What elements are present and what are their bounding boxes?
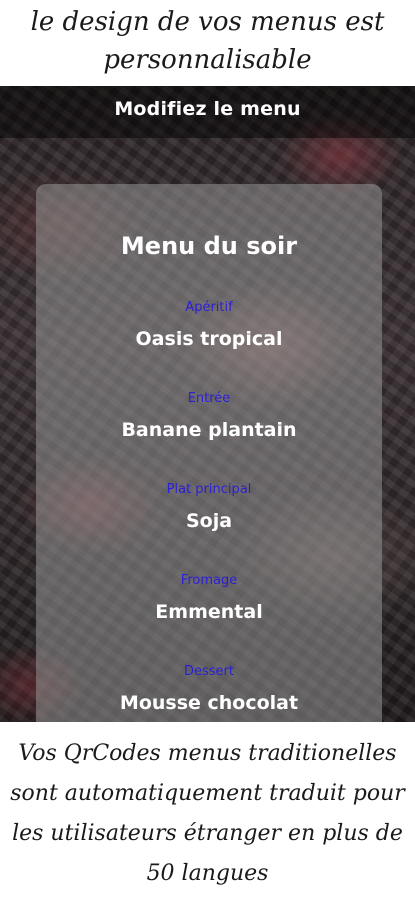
course-label: Dessert	[184, 664, 234, 679]
course-label: Plat principal	[166, 482, 252, 497]
header-bar: Modifiez le menu	[0, 86, 415, 138]
course-label: Apéritif	[185, 300, 233, 315]
course-label: Entrée	[187, 391, 231, 406]
edit-menu-button[interactable]: Modifiez le menu	[0, 98, 415, 120]
course-plat-principal[interactable]: Plat principal Soja	[36, 482, 382, 532]
course-entree[interactable]: Entrée Banane plantain	[36, 391, 382, 441]
course-dish: Oasis tropical	[135, 328, 283, 350]
bottom-caption: Vos QrCodes menus traditionelles sont au…	[0, 722, 415, 900]
promo-page: le design de vos menus est personnalisab…	[0, 0, 415, 900]
menu-card: Menu du soir Apéritif Oasis tropical Ent…	[36, 184, 382, 722]
course-fromage[interactable]: Fromage Emmental	[36, 573, 382, 623]
menu-title: Menu du soir	[120, 232, 298, 260]
phone-screen: Modifiez le menu Menu du soir Apéritif O…	[0, 86, 415, 722]
course-aperitif[interactable]: Apéritif Oasis tropical	[36, 300, 382, 350]
course-dish: Soja	[185, 510, 233, 532]
course-label: Fromage	[180, 573, 238, 588]
course-dish: Banane plantain	[121, 419, 297, 441]
top-caption: le design de vos menus est personnalisab…	[0, 0, 415, 86]
course-dish: Mousse chocolat	[119, 692, 299, 714]
course-dish: Emmental	[155, 601, 263, 623]
course-dessert[interactable]: Dessert Mousse chocolat	[36, 664, 382, 714]
